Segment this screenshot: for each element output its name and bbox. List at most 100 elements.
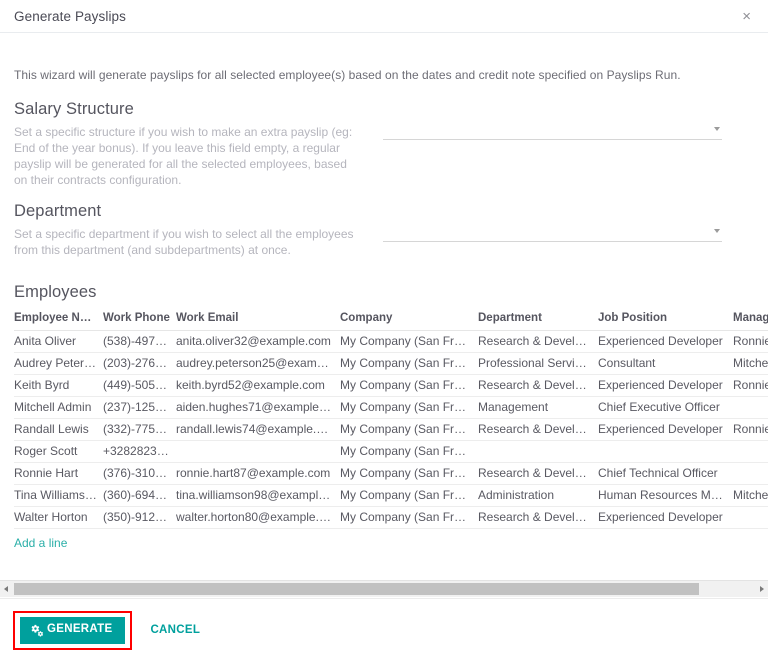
scrollbar-thumb[interactable]	[14, 583, 699, 595]
cell-company[interactable]: My Company (San Francisco)	[340, 484, 478, 507]
table-row[interactable]: Ronnie Hart (376)-310-78… ronnie.hart87@…	[14, 462, 768, 485]
cell-job-position[interactable]: Chief Executive Officer	[598, 396, 733, 419]
horizontal-scrollbar[interactable]	[0, 580, 768, 597]
cell-company[interactable]: My Company (San Francisco)	[340, 440, 478, 463]
col-header-department[interactable]: Department	[478, 309, 598, 331]
salary-structure-value	[383, 122, 722, 138]
cell-work-email[interactable]	[176, 440, 340, 463]
cell-work-email[interactable]: walter.horton80@example.com	[176, 506, 340, 529]
chevron-down-icon	[714, 127, 720, 131]
cell-job-position[interactable]: Experienced Developer	[598, 330, 733, 353]
col-header-employee-name[interactable]: Employee Na…	[14, 309, 103, 331]
cell-work-email[interactable]: ronnie.hart87@example.com	[176, 462, 340, 485]
cell-manager[interactable]	[733, 396, 768, 419]
cell-employee-name[interactable]: Randall Lewis	[14, 418, 103, 441]
cell-employee-name[interactable]: Tina Williamson	[14, 484, 103, 507]
col-header-job-position[interactable]: Job Position	[598, 309, 733, 331]
cell-employee-name[interactable]: Ronnie Hart	[14, 462, 103, 485]
table-row[interactable]: Tina Williamson (360)-694-72… tina.willi…	[14, 484, 768, 507]
generate-button[interactable]: GENERATE	[20, 616, 126, 644]
cell-job-position[interactable]: Experienced Developer	[598, 506, 733, 529]
cell-manager[interactable]	[733, 440, 768, 463]
table-row[interactable]: Anita Oliver (538)-497-48… anita.oliver3…	[14, 330, 768, 353]
add-a-line-link[interactable]: Add a line	[14, 536, 67, 550]
cancel-button[interactable]: CANCEL	[146, 618, 204, 642]
col-header-manager[interactable]: Manage…	[733, 309, 768, 331]
department-select[interactable]	[383, 224, 722, 242]
department-title: Department	[14, 202, 102, 220]
salary-structure-field-wrap	[383, 100, 754, 140]
cell-work-phone[interactable]: +3282823500	[103, 440, 176, 463]
cell-employee-name[interactable]: Audrey Peterson	[14, 352, 103, 375]
cell-employee-name[interactable]: Anita Oliver	[14, 330, 103, 353]
cell-work-phone[interactable]: (237)-125-23…	[103, 396, 176, 419]
cell-manager[interactable]	[733, 462, 768, 485]
cell-work-phone[interactable]: (376)-310-78…	[103, 462, 176, 485]
cell-company[interactable]: My Company (San Francisco)	[340, 462, 478, 485]
table-row[interactable]: Keith Byrd (449)-505-51… keith.byrd52@ex…	[14, 374, 768, 397]
cell-department[interactable]	[478, 440, 598, 463]
cell-work-email[interactable]: anita.oliver32@example.com	[176, 330, 340, 353]
cell-employee-name[interactable]: Mitchell Admin	[14, 396, 103, 419]
table-row[interactable]: Walter Horton (350)-912-12… walter.horto…	[14, 506, 768, 529]
cell-manager[interactable]	[733, 506, 768, 529]
cell-job-position[interactable]: Human Resources Manager	[598, 484, 733, 507]
table-row[interactable]: Roger Scott +3282823500 My Company (San …	[14, 440, 768, 463]
cell-work-phone[interactable]: (203)-276-79…	[103, 352, 176, 375]
cell-work-phone[interactable]: (350)-912-12…	[103, 506, 176, 529]
cell-department[interactable]: Administration	[478, 484, 598, 507]
col-header-company[interactable]: Company	[340, 309, 478, 331]
cell-manager[interactable]: Ronnie …	[733, 374, 768, 397]
cell-job-position[interactable]: Experienced Developer	[598, 418, 733, 441]
cell-work-phone[interactable]: (332)-775-66…	[103, 418, 176, 441]
salary-structure-section: Salary Structure Set a specific structur…	[14, 100, 754, 188]
dialog-footer: GENERATE CANCEL	[0, 598, 768, 661]
cell-company[interactable]: My Company (San Francisco)	[340, 396, 478, 419]
cell-company[interactable]: My Company (San Francisco)	[340, 506, 478, 529]
cell-company[interactable]: My Company (San Francisco)	[340, 352, 478, 375]
cell-department[interactable]: Professional Services	[478, 352, 598, 375]
cell-work-email[interactable]: keith.byrd52@example.com	[176, 374, 340, 397]
cell-department[interactable]: Research & Development	[478, 462, 598, 485]
employees-table-body: Anita Oliver (538)-497-48… anita.oliver3…	[14, 330, 768, 529]
cell-work-email[interactable]: audrey.peterson25@example.com	[176, 352, 340, 375]
cell-manager[interactable]: Mitchell…	[733, 484, 768, 507]
table-row[interactable]: Mitchell Admin (237)-125-23… aiden.hughe…	[14, 396, 768, 419]
cell-company[interactable]: My Company (San Francisco)	[340, 330, 478, 353]
cell-manager[interactable]: Ronnie …	[733, 330, 768, 353]
wizard-description: This wizard will generate payslips for a…	[14, 68, 681, 82]
cell-manager[interactable]: Mitchell…	[733, 352, 768, 375]
cell-work-phone[interactable]: (360)-694-72…	[103, 484, 176, 507]
cell-job-position[interactable]: Experienced Developer	[598, 374, 733, 397]
cell-work-phone[interactable]: (449)-505-51…	[103, 374, 176, 397]
cell-department[interactable]: Research & Development	[478, 506, 598, 529]
cell-job-position[interactable]: Consultant	[598, 352, 733, 375]
cell-employee-name[interactable]: Walter Horton	[14, 506, 103, 529]
cell-manager[interactable]: Ronnie …	[733, 418, 768, 441]
cell-employee-name[interactable]: Roger Scott	[14, 440, 103, 463]
scrollbar-track[interactable]	[14, 583, 754, 595]
cell-job-position[interactable]: Chief Technical Officer	[598, 462, 733, 485]
cell-job-position[interactable]	[598, 440, 733, 463]
close-icon[interactable]: ×	[739, 7, 754, 26]
cell-employee-name[interactable]: Keith Byrd	[14, 374, 103, 397]
cell-work-phone[interactable]: (538)-497-48…	[103, 330, 176, 353]
cell-company[interactable]: My Company (San Francisco)	[340, 374, 478, 397]
cell-department[interactable]: Research & Development	[478, 418, 598, 441]
cell-department[interactable]: Research & Development	[478, 374, 598, 397]
salary-structure-title: Salary Structure	[14, 100, 134, 118]
scroll-left-arrow-icon[interactable]	[0, 581, 14, 597]
cell-work-email[interactable]: randall.lewis74@example.com	[176, 418, 340, 441]
chevron-down-icon	[714, 229, 720, 233]
cell-work-email[interactable]: aiden.hughes71@example.com	[176, 396, 340, 419]
cell-company[interactable]: My Company (San Francisco)	[340, 418, 478, 441]
scroll-right-arrow-icon[interactable]	[754, 581, 768, 597]
table-row[interactable]: Audrey Peterson (203)-276-79… audrey.pet…	[14, 352, 768, 375]
salary-structure-select[interactable]	[383, 122, 722, 140]
col-header-work-email[interactable]: Work Email	[176, 309, 340, 331]
cell-department[interactable]: Research & Development	[478, 330, 598, 353]
col-header-work-phone[interactable]: Work Phone	[103, 309, 176, 331]
cell-work-email[interactable]: tina.williamson98@example.com	[176, 484, 340, 507]
table-row[interactable]: Randall Lewis (332)-775-66… randall.lewi…	[14, 418, 768, 441]
cell-department[interactable]: Management	[478, 396, 598, 419]
